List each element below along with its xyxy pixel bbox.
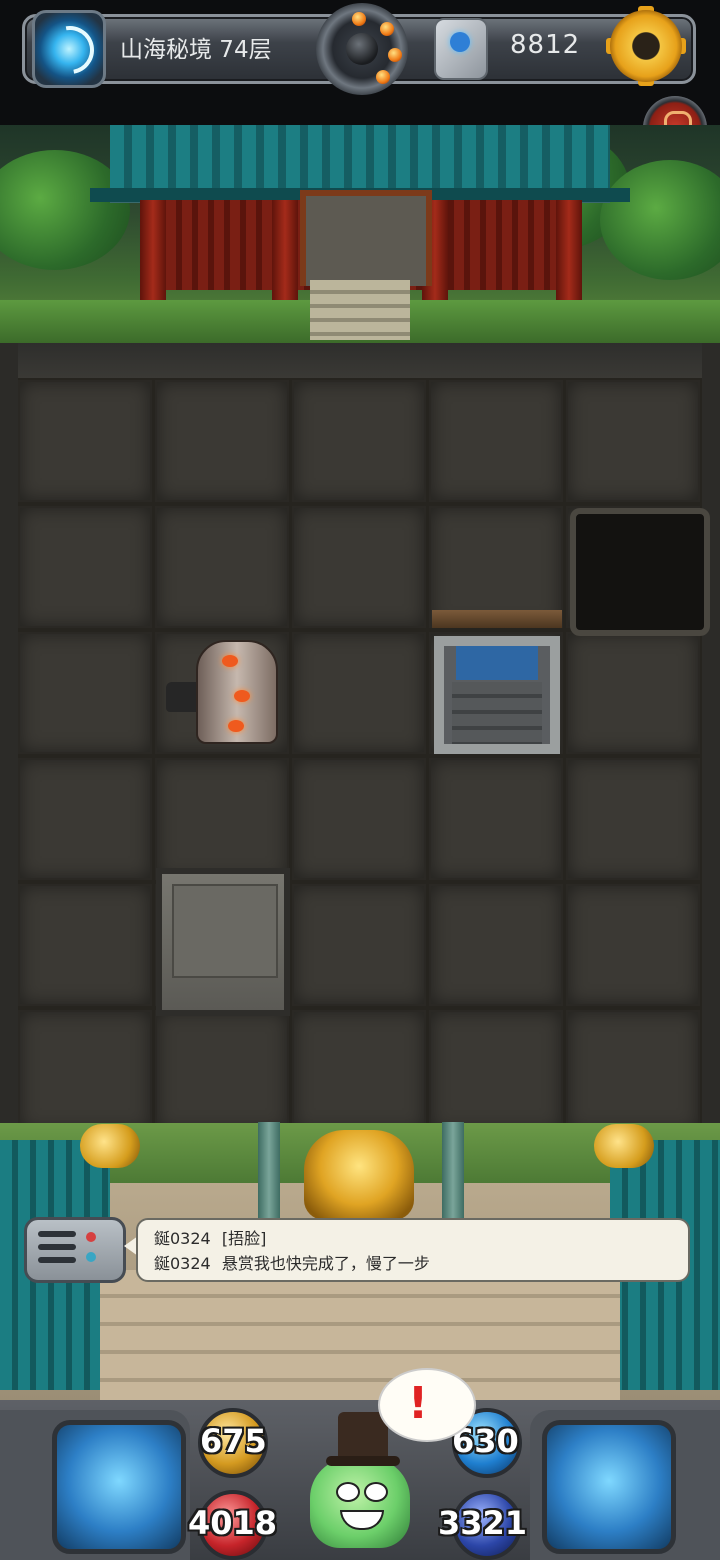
temple-pillar: [272, 200, 298, 310]
floor-tile[interactable]: [566, 380, 700, 502]
floor-tile[interactable]: [18, 380, 152, 502]
floor-tile[interactable]: [18, 506, 152, 628]
dial-orb: [380, 22, 394, 36]
floor-tile[interactable]: [292, 884, 426, 1006]
floor-tile[interactable]: [18, 884, 152, 1006]
chat-icon-dot: [86, 1232, 96, 1242]
floor-tile[interactable]: [292, 380, 426, 502]
temple-doorway: [300, 190, 432, 286]
chat-icon-line: [38, 1257, 76, 1263]
broken-floor-hole[interactable]: [570, 508, 710, 636]
attack-value: 675: [200, 1422, 267, 1460]
chat-message: 鋋0324 悬赏我也快完成了，慢了一步: [154, 1250, 430, 1274]
stone-block-face: [172, 884, 278, 978]
floor-tile[interactable]: [18, 1010, 152, 1132]
equipment-button[interactable]: [52, 1420, 186, 1554]
hero-eye: [364, 1482, 388, 1502]
floor-tile[interactable]: [292, 632, 426, 754]
floor-tile[interactable]: [292, 1010, 426, 1132]
chat-icon-dot: [86, 1252, 96, 1262]
chat-user: 鋋0324: [154, 1229, 211, 1248]
floor-tile[interactable]: [429, 884, 563, 1006]
floor-tile[interactable]: [566, 758, 700, 880]
temple-pillar: [556, 200, 582, 310]
chat-text: 悬赏我也快完成了，慢了一步: [221, 1254, 430, 1273]
floor-tile[interactable]: [18, 758, 152, 880]
stairs-steps: [452, 682, 542, 744]
currency-amount: 8812: [510, 30, 581, 60]
stairs-water: [456, 646, 538, 680]
dungeon-top-wall: [0, 343, 720, 378]
floor-tile[interactable]: [292, 506, 426, 628]
ember: [228, 720, 244, 732]
dial-orb: [388, 48, 402, 62]
chat-message: 鋋0324 [捂脸]: [154, 1225, 266, 1249]
ember: [234, 690, 250, 702]
mana-value: 3321: [438, 1504, 528, 1542]
level-label: 山海秘境 74层: [120, 37, 272, 63]
rune-mark: [450, 32, 470, 52]
wooden-plank: [432, 610, 562, 628]
floor-tile[interactable]: [429, 1010, 563, 1132]
dial-orb: [352, 12, 366, 26]
chat-icon-line: [38, 1231, 76, 1237]
hp-value: 4018: [188, 1504, 278, 1542]
gold-scroll-ornament: [594, 1124, 654, 1168]
chat-icon-line: [38, 1244, 76, 1250]
ember: [222, 655, 238, 667]
chat-user: 鋋0324: [154, 1254, 211, 1273]
inventory-button[interactable]: [542, 1420, 676, 1554]
temple-stairs: [310, 280, 410, 340]
gear-icon[interactable]: [610, 10, 682, 82]
hero-hat-brim: [326, 1456, 400, 1466]
floor-tile[interactable]: [155, 1010, 289, 1132]
floor-tile[interactable]: [155, 506, 289, 628]
chat-text: [捂脸]: [221, 1229, 267, 1248]
dungeon-right-wall: [702, 343, 720, 1123]
floor-tile[interactable]: [566, 632, 700, 754]
floor-tile[interactable]: [155, 380, 289, 502]
hero-top-hat: [338, 1412, 388, 1462]
hero-eye: [336, 1482, 360, 1502]
golden-brazier: [304, 1130, 414, 1220]
floor-tile[interactable]: [566, 884, 700, 1006]
dial-orb: [376, 70, 390, 84]
courtyard-gate: [100, 1270, 620, 1400]
gold-scroll-ornament: [80, 1124, 140, 1168]
floor-tile[interactable]: [155, 758, 289, 880]
temple-pillar: [140, 200, 166, 310]
chat-button[interactable]: [24, 1217, 126, 1283]
floor-tile[interactable]: [566, 1010, 700, 1132]
floor-tile[interactable]: [292, 758, 426, 880]
dungeon-left-wall: [0, 343, 18, 1123]
floor-tile[interactable]: [429, 380, 563, 502]
floor-tile[interactable]: [429, 758, 563, 880]
floor-tile[interactable]: [18, 632, 152, 754]
alert-icon: !: [408, 1378, 429, 1429]
bomb-icon: [346, 33, 378, 65]
hero-slime[interactable]: [310, 1458, 410, 1548]
